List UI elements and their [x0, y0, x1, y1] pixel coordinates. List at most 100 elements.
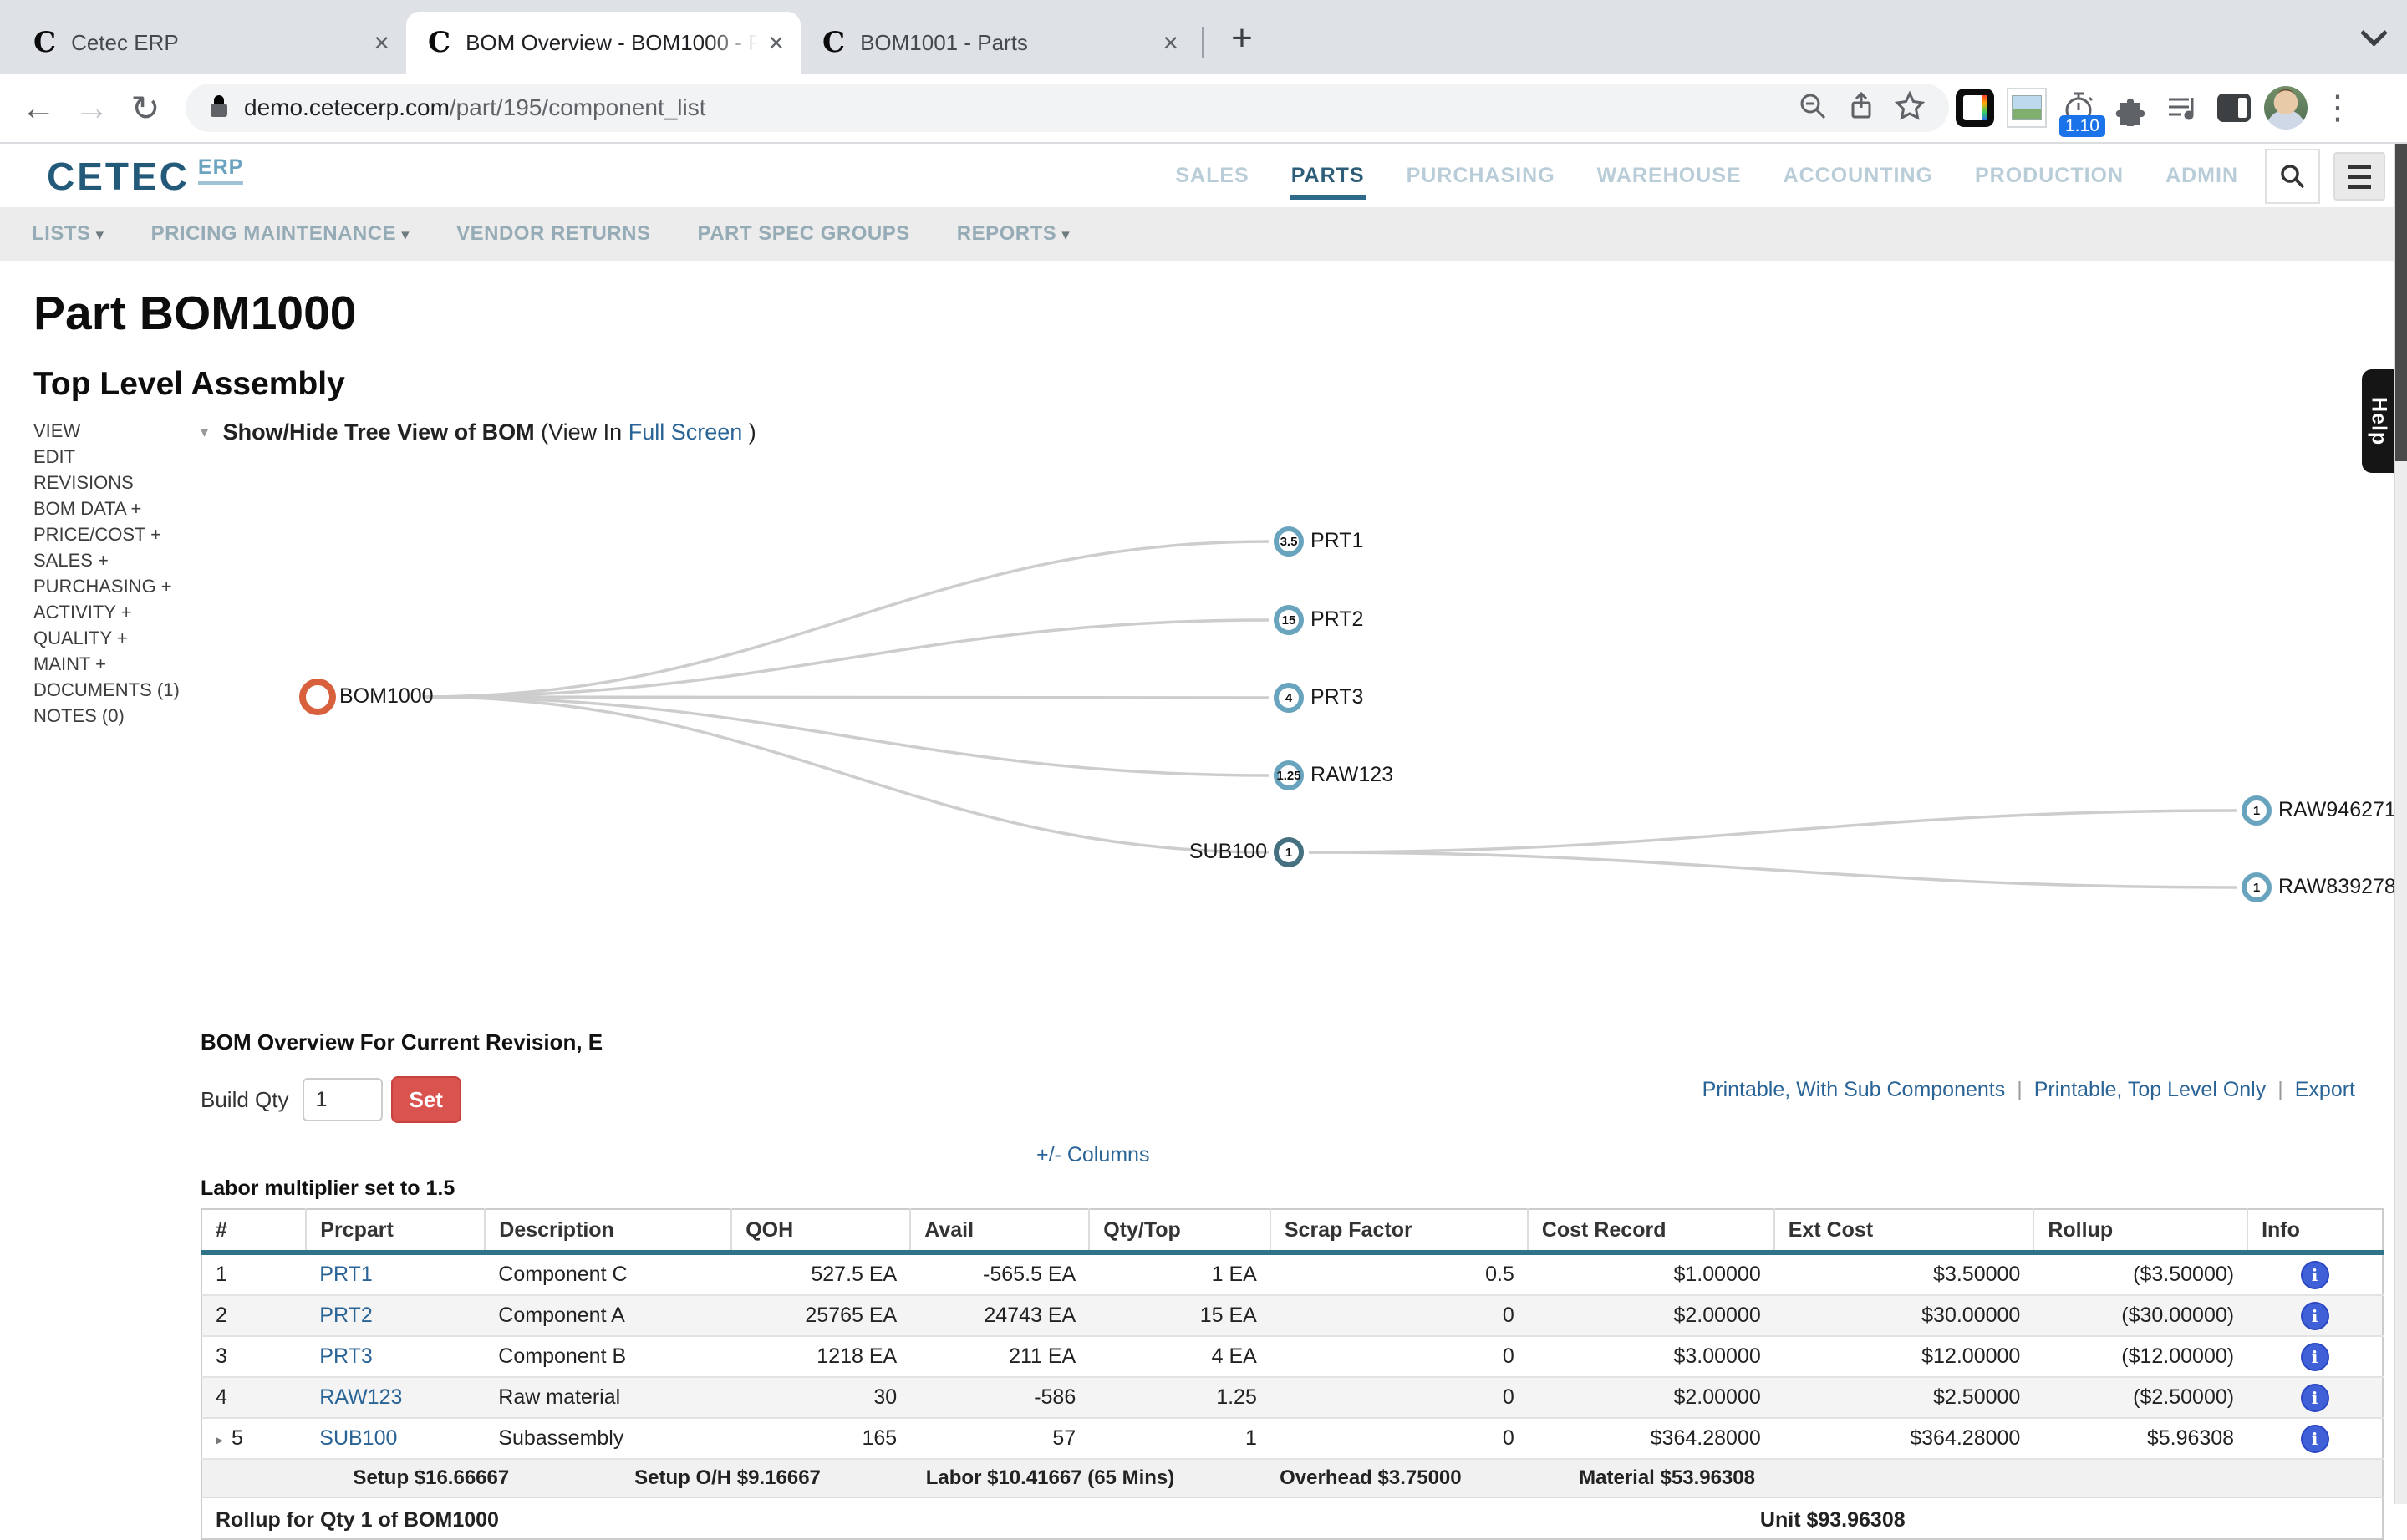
tab-close-icon[interactable]: × [1163, 28, 1178, 58]
appnav-admin[interactable]: ADMIN [2164, 152, 2240, 200]
cetec-favicon-icon: C [822, 26, 845, 59]
subnav-pricing-maintenance[interactable]: PRICING MAINTENANCE▾ [151, 222, 410, 246]
browser-menu-icon[interactable]: ⋮ [2312, 82, 2364, 134]
column-header-qoh[interactable]: QOH [731, 1209, 910, 1253]
prcpart-link[interactable]: RAW123 [319, 1385, 402, 1409]
column-header--[interactable]: # [201, 1209, 306, 1253]
print-link-3[interactable]: Export [2295, 1078, 2355, 1101]
sidebar-item-purchasing[interactable]: PURCHASING + [33, 573, 180, 599]
sidebar-item-view[interactable]: VIEW [33, 418, 180, 444]
node-label: PRT2 [1310, 607, 1363, 632]
sidebar-item-sales[interactable]: SALES + [33, 547, 180, 573]
reload-button[interactable]: ↻ [119, 88, 172, 129]
total-item: Labor $10.41667 (65 Mins) [926, 1466, 1174, 1490]
sidebar-item-activity[interactable]: ACTIVITY + [33, 599, 180, 625]
bom-table: #PrcpartDescriptionQOHAvailQty/TopScrap … [201, 1208, 2384, 1540]
tree-viewin-text: (View In [541, 419, 622, 445]
appnav-purchasing[interactable]: PURCHASING [1405, 152, 1557, 200]
table-row: 4RAW123Raw material30-5861.250$2.00000$2… [201, 1377, 2383, 1418]
tab-close-icon[interactable]: × [374, 28, 389, 58]
column-header-description[interactable]: Description [485, 1209, 731, 1253]
side-panel-icon[interactable] [2208, 82, 2260, 134]
subnav-vendor-returns[interactable]: VENDOR RETURNS [456, 222, 650, 246]
table-row: 1PRT1Component C527.5 EA-565.5 EA1 EA0.5… [201, 1253, 2383, 1295]
column-header-cost-record[interactable]: Cost Record [1528, 1209, 1774, 1253]
node-label: BOM1000 [339, 684, 434, 709]
sidebar-item-quality[interactable]: QUALITY + [33, 625, 180, 651]
extension-doc-icon[interactable] [1949, 82, 2001, 134]
prcpart-link[interactable]: PRT1 [319, 1263, 372, 1286]
forward-button[interactable]: → [65, 88, 119, 128]
column-header-scrap-factor[interactable]: Scrap Factor [1270, 1209, 1528, 1253]
browser-tab[interactable]: CBOM1001 - Parts× [801, 12, 1195, 74]
sidebar-item-maint[interactable]: MAINT + [33, 651, 180, 677]
part-sidebar: VIEWEDITREVISIONSBOM DATA +PRICE/COST +S… [33, 418, 180, 729]
sidebar-item-documents-1[interactable]: DOCUMENTS (1) [33, 677, 180, 703]
prcpart-link[interactable]: SUB100 [319, 1426, 397, 1450]
extensions-puzzle-icon[interactable] [2104, 82, 2156, 134]
qty-top-cell: 1 [1089, 1418, 1270, 1459]
sidebar-item-edit[interactable]: EDIT [33, 444, 180, 470]
columns-toggle-link[interactable]: +/- Columns [1036, 1143, 1149, 1167]
help-tab[interactable]: Help [2362, 369, 2395, 473]
browser-tab[interactable]: CBOM Overview - BOM1000 - Pa× [406, 12, 801, 74]
subnav-lists[interactable]: LISTS▾ [32, 222, 104, 246]
hamburger-menu-button[interactable] [2333, 152, 2385, 201]
sidebar-item-bom-data[interactable]: BOM DATA + [33, 496, 180, 521]
app-nav: SALES PARTS PURCHASING WAREHOUSE ACCOUNTING P… [1173, 144, 2240, 207]
tree-toggle[interactable]: ▾ Show/Hide Tree View of BOM (View In Fu… [201, 419, 756, 445]
tab-close-icon[interactable]: × [768, 28, 784, 58]
new-tab-button[interactable]: + [1215, 12, 1269, 65]
global-search-button[interactable] [2265, 149, 2320, 204]
scrollbar-thumb[interactable] [2395, 144, 2407, 461]
prcpart-link[interactable]: PRT2 [319, 1304, 372, 1327]
prcpart-cell: PRT3 [306, 1336, 485, 1377]
browser-tab[interactable]: CCetec ERP× [12, 12, 406, 74]
tab-search-chevron-icon[interactable] [2359, 22, 2389, 52]
description-cell: Subassembly [485, 1418, 731, 1459]
appnav-sales[interactable]: SALES [1173, 152, 1250, 200]
bookmark-star-icon[interactable] [1885, 90, 1934, 126]
rollup-cell: ($12.00000) [2033, 1336, 2247, 1377]
subnav-reports[interactable]: REPORTS▾ [957, 222, 1071, 246]
sidebar-item-revisions[interactable]: REVISIONS [33, 470, 180, 496]
rollup-cell: ($3.50000) [2033, 1253, 2247, 1295]
print-link-2[interactable]: Printable, Top Level Only [2034, 1078, 2266, 1101]
profile-avatar[interactable] [2260, 82, 2312, 134]
appnav-accounting[interactable]: ACCOUNTING [1782, 152, 1935, 200]
extension-timer-icon[interactable]: 1.10 [2053, 82, 2104, 134]
appnav-warehouse[interactable]: WAREHOUSE [1595, 152, 1743, 200]
info-icon[interactable]: i [2301, 1302, 2329, 1330]
info-icon[interactable]: i [2301, 1261, 2329, 1289]
subnav-part-spec-groups[interactable]: PART SPEC GROUPS [697, 222, 909, 246]
column-header-avail[interactable]: Avail [910, 1209, 1089, 1253]
back-button[interactable]: ← [12, 88, 65, 128]
appnav-production[interactable]: PRODUCTION [1973, 152, 2125, 200]
info-icon[interactable]: i [2301, 1384, 2329, 1412]
build-qty-input[interactable] [303, 1078, 383, 1121]
sidebar-item-notes-0[interactable]: NOTES (0) [33, 703, 180, 729]
zoom-out-icon[interactable] [1789, 91, 1837, 125]
expand-caret-icon[interactable]: ▸ [216, 1431, 223, 1448]
column-header-qty-top[interactable]: Qty/Top [1089, 1209, 1270, 1253]
url-bar[interactable]: demo.cetecerp.com/part/195/component_lis… [186, 84, 1949, 132]
column-header-ext-cost[interactable]: Ext Cost [1774, 1209, 2034, 1253]
set-button[interactable]: Set [391, 1076, 461, 1123]
column-header-prcpart[interactable]: Prcpart [306, 1209, 485, 1253]
print-link-1[interactable]: Printable, With Sub Components [1702, 1078, 2006, 1101]
appnav-parts[interactable]: PARTS [1290, 152, 1366, 200]
extension-screenshot-icon[interactable] [2001, 82, 2053, 134]
column-header-rollup[interactable]: Rollup [2033, 1209, 2247, 1253]
full-screen-link[interactable]: Full Screen [628, 419, 743, 445]
info-icon[interactable]: i [2301, 1425, 2329, 1453]
sidebar-item-price-cost[interactable]: PRICE/COST + [33, 521, 180, 547]
share-icon[interactable] [1837, 91, 1885, 125]
cetec-logo[interactable]: CETEC ERP [47, 154, 243, 199]
column-header-info[interactable]: Info [2247, 1209, 2383, 1253]
playlist-icon[interactable] [2156, 82, 2208, 134]
page-scrollbar[interactable] [2394, 144, 2407, 1504]
info-icon[interactable]: i [2301, 1343, 2329, 1371]
prcpart-link[interactable]: PRT3 [319, 1344, 372, 1368]
avail-cell: -565.5 EA [910, 1253, 1089, 1295]
build-qty-row: Build Qty Set [201, 1076, 461, 1123]
